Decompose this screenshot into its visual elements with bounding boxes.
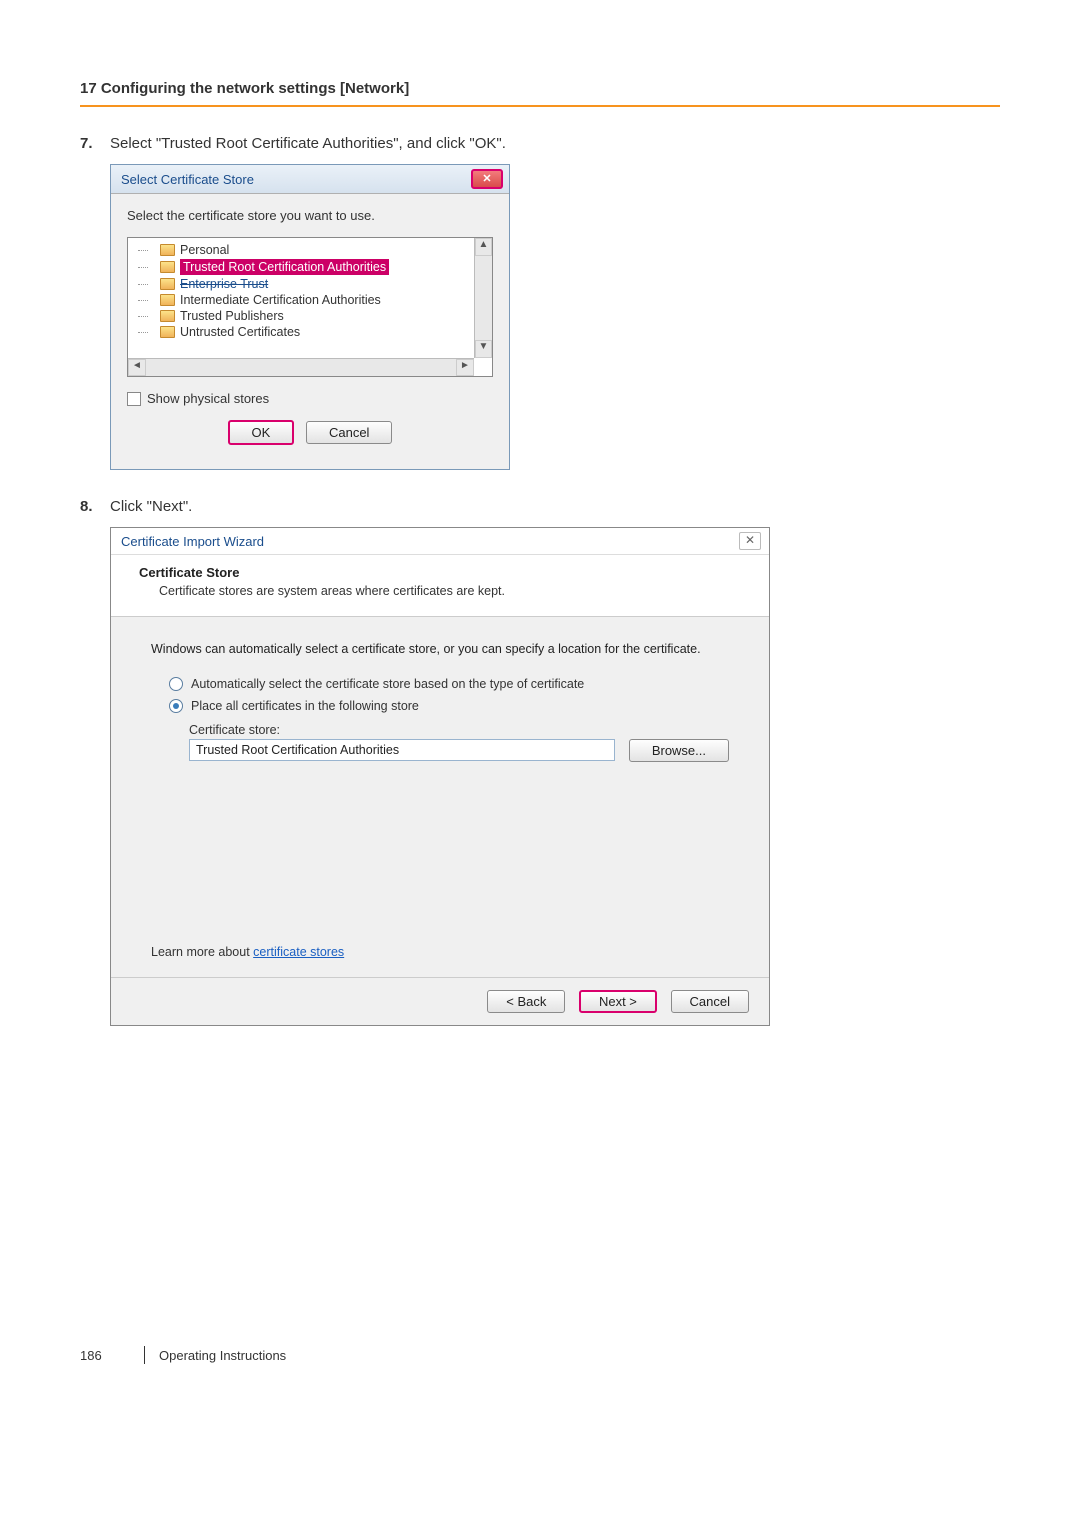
tree-item-intermediate[interactable]: Intermediate Certification Authorities <box>132 292 492 308</box>
tree-item-label: Enterprise Trust <box>180 277 268 291</box>
page-number: 186 <box>80 1348 130 1363</box>
step-8: 8. Click "Next". <box>80 498 1000 515</box>
learn-more-link[interactable]: certificate stores <box>253 945 344 959</box>
tree-item-untrusted[interactable]: Untrusted Certificates <box>132 324 492 340</box>
tree-item-label: Personal <box>180 243 229 257</box>
radio-label: Automatically select the certificate sto… <box>191 677 584 691</box>
footer-divider <box>144 1346 145 1364</box>
vertical-scrollbar[interactable]: ▲ ▼ <box>474 238 492 358</box>
back-button[interactable]: < Back <box>487 990 565 1013</box>
tree-item-label: Intermediate Certification Authorities <box>180 293 381 307</box>
tree-item-label: Trusted Publishers <box>180 309 284 323</box>
cancel-button[interactable]: Cancel <box>306 421 392 444</box>
close-icon[interactable]: ✕ <box>739 532 761 550</box>
radio-label: Place all certificates in the following … <box>191 699 419 713</box>
cert-store-label: Certificate store: <box>151 717 729 739</box>
show-physical-label: Show physical stores <box>147 391 269 406</box>
radio-icon[interactable] <box>169 699 183 713</box>
cancel-button[interactable]: Cancel <box>671 990 749 1013</box>
browse-button[interactable]: Browse... <box>629 739 729 762</box>
learn-more: Learn more about certificate stores <box>151 945 344 959</box>
tree-item-trusted-root[interactable]: Trusted Root Certification Authorities <box>132 258 492 276</box>
learn-more-prefix: Learn more about <box>151 945 253 959</box>
dialog-title: Certificate Import Wizard <box>121 534 264 549</box>
wizard-description: Windows can automatically select a certi… <box>151 641 729 659</box>
radio-place-all[interactable]: Place all certificates in the following … <box>151 695 729 717</box>
tree-item-enterprise-trust[interactable]: Enterprise Trust <box>132 276 492 292</box>
next-button[interactable]: Next > <box>579 990 657 1013</box>
step-number: 8. <box>80 498 110 515</box>
wizard-section-subtitle: Certificate stores are system areas wher… <box>139 584 741 598</box>
tree-item-label: Untrusted Certificates <box>180 325 300 339</box>
folder-icon <box>160 278 175 290</box>
folder-icon <box>160 261 175 273</box>
scroll-up-icon[interactable]: ▲ <box>475 238 492 256</box>
step-text: Select "Trusted Root Certificate Authori… <box>110 135 1000 152</box>
ok-button[interactable]: OK <box>228 420 295 445</box>
folder-icon <box>160 294 175 306</box>
cert-store-tree[interactable]: Personal Trusted Root Certification Auth… <box>127 237 493 377</box>
doc-title: Operating Instructions <box>159 1348 286 1363</box>
step-text: Click "Next". <box>110 498 1000 515</box>
cert-store-input[interactable]: Trusted Root Certification Authorities <box>189 739 615 761</box>
select-cert-store-dialog: Select Certificate Store ✕ Select the ce… <box>110 164 510 470</box>
dialog-instruction: Select the certificate store you want to… <box>127 208 493 223</box>
folder-icon <box>160 326 175 338</box>
cert-import-wizard-dialog: Certificate Import Wizard ✕ Certificate … <box>110 527 770 1026</box>
page-footer: 186 Operating Instructions <box>80 1346 1000 1364</box>
folder-icon <box>160 310 175 322</box>
tree-item-trusted-publishers[interactable]: Trusted Publishers <box>132 308 492 324</box>
step-number: 7. <box>80 135 110 152</box>
wizard-section-title: Certificate Store <box>139 565 741 580</box>
show-physical-checkbox[interactable] <box>127 392 141 406</box>
section-header: 17 Configuring the network settings [Net… <box>80 80 1000 107</box>
scroll-down-icon[interactable]: ▼ <box>475 340 492 358</box>
horizontal-scrollbar[interactable]: ◄ ► <box>128 358 474 376</box>
tree-item-label: Trusted Root Certification Authorities <box>180 259 389 275</box>
radio-icon[interactable] <box>169 677 183 691</box>
dialog-title: Select Certificate Store <box>121 172 254 187</box>
folder-icon <box>160 244 175 256</box>
close-icon[interactable]: ✕ <box>471 169 503 189</box>
tree-item-personal[interactable]: Personal <box>132 242 492 258</box>
scroll-right-icon[interactable]: ► <box>456 359 474 376</box>
radio-auto-select[interactable]: Automatically select the certificate sto… <box>151 673 729 695</box>
scroll-left-icon[interactable]: ◄ <box>128 359 146 376</box>
step-7: 7. Select "Trusted Root Certificate Auth… <box>80 135 1000 152</box>
